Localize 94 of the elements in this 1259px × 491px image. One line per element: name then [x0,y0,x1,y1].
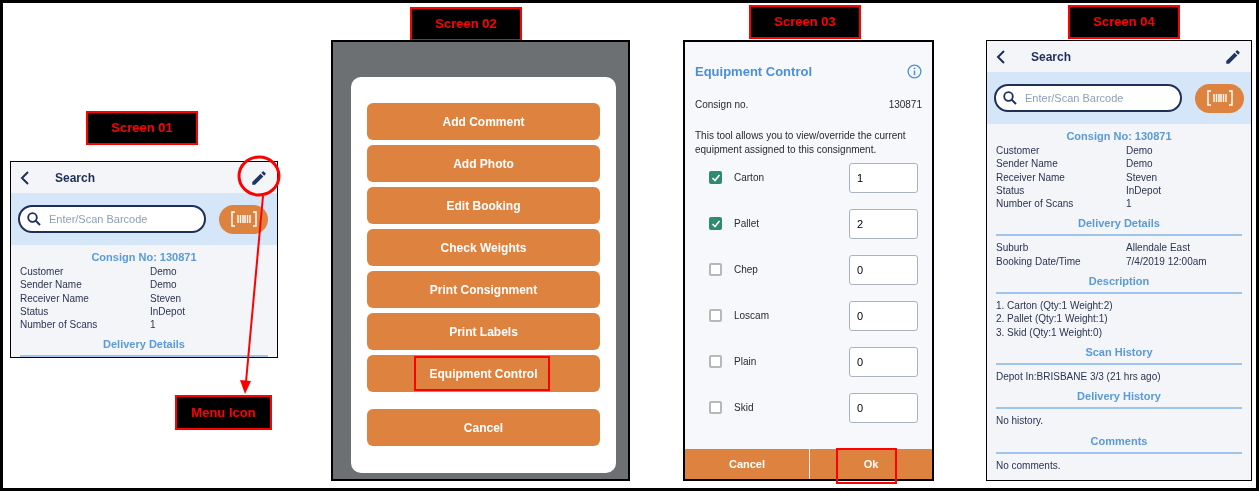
quantity-field[interactable]: 0 [849,346,918,377]
detail-value: Demo [1126,144,1154,158]
info-text: 2. Pallet (Qty:1 Weight:1) [996,312,1109,326]
detail-value: InDepot [150,304,187,319]
info-text: 3. Skid (Qty:1 Weight:0) [996,325,1103,339]
section-heading: Consign No: 130871 [1065,129,1173,144]
scan-button[interactable] [1195,83,1244,113]
equipment-label: Carton [734,171,765,185]
detail-value: Steven [1126,170,1159,184]
quantity-field[interactable]: 0 [849,392,918,423]
equipment-label: Skid [734,401,755,415]
checkbox[interactable] [709,355,722,368]
info-text: Depot In:BRISBANE 3/3 (21 hrs ago) [996,369,1162,384]
detail-label: Number of Scans [20,318,99,332]
detail-value: Steven [150,291,183,305]
equipment-label: Plain [734,355,758,369]
detail-label: Status [20,304,50,319]
detail-value: Allendale East [1126,241,1191,255]
detail-value: InDepot [1126,183,1163,198]
equipment-label: Chep [734,263,759,277]
detail-value: 7/4/2019 12:00am [1126,254,1208,269]
search-field[interactable]: Enter/Scan Barcode [994,84,1182,112]
callout-label: Menu Icon [175,395,272,430]
info-text: 1. Carton (Qty:1 Weight:2) [996,299,1114,313]
detail-label: Customer [20,265,65,279]
section-heading: Delivery Details [103,337,185,352]
info-icon [907,64,922,80]
detail-label: Status [996,183,1026,198]
dialog-button[interactable]: Cancel [685,449,810,479]
detail-label: Receiver Name [996,170,1066,184]
highlight-circle [237,155,281,197]
screen-label: Screen 02 [410,7,522,41]
detail-value: Demo [150,278,178,292]
back-icon [20,170,30,185]
screen-label: Screen 03 [749,5,861,39]
section-heading: Delivery Details [1078,216,1160,231]
consign-label: Consign no. [695,97,750,112]
detail-value: Demo [150,265,178,279]
quantity-field[interactable]: 0 [849,300,918,331]
menu-button[interactable]: Check Weights [367,229,600,266]
search-icon [1003,91,1017,105]
quantity-field[interactable]: 0 [849,254,918,285]
screen-label: Screen 01 [86,111,198,145]
check-icon [710,218,721,229]
menu-button[interactable]: Add Comment [367,103,600,140]
quantity-field[interactable]: 2 [849,208,918,239]
detail-value: 1 [150,318,157,332]
description-text: This tool allows you to view/override the current equipment assigned to this consignment. [694,128,907,157]
section-heading: Delivery History [1077,389,1161,404]
info-text: No history. [996,414,1045,428]
detail-label: Booking Date/Time [996,254,1082,269]
checkbox[interactable] [709,401,722,414]
barcode-icon [230,211,257,227]
check-icon [710,172,721,183]
scan-button[interactable] [219,204,268,234]
detail-label: Suburb [996,241,1030,255]
barcode-icon [1206,90,1233,106]
detail-label: Receiver Name [20,291,90,305]
menu-button[interactable]: Add Photo [367,145,600,182]
back-icon [996,49,1006,64]
checkbox[interactable] [709,171,722,184]
dialog-title: Equipment Control [695,63,812,81]
screen-title: Search [1031,48,1072,66]
checkbox[interactable] [709,217,722,230]
detail-label: Customer [996,144,1041,158]
menu-button[interactable]: Print Consignment [367,271,600,308]
section-heading: Description [1088,274,1150,289]
menu-button[interactable]: Edit Booking [367,187,600,224]
dialog-button[interactable]: Ok [810,449,932,479]
equipment-label: Loscam [734,309,770,323]
equipment-label: Pallet [734,217,760,231]
highlight-frame [836,448,897,484]
detail-label: Number of Scans [996,197,1075,211]
detail-label: Sender Name [20,278,83,292]
section-heading: Consign No: 130871 [90,250,198,265]
menu-button[interactable]: Equipment Control [367,355,600,392]
checkbox[interactable] [709,309,722,322]
checkbox[interactable] [709,263,722,276]
section-heading: Scan History [1085,344,1153,359]
detail-value: 1 [1126,197,1133,211]
detail-label: Sender Name [996,157,1059,171]
search-field[interactable]: Enter/Scan Barcode [18,205,206,233]
consign-value: 130871 [888,97,922,112]
screen-label: Screen 04 [1068,5,1180,39]
menu-button[interactable]: Print Labels [367,313,600,350]
quantity-field[interactable]: 1 [849,162,918,193]
section-heading: Comments [1090,433,1148,448]
detail-value: Demo [1126,157,1154,171]
search-icon [27,212,41,226]
screen-title: Search [55,169,96,187]
menu-button[interactable]: Cancel [367,409,600,446]
pencil-icon [1224,47,1242,66]
pencil-icon [250,168,268,187]
info-text: No comments. [996,458,1062,472]
